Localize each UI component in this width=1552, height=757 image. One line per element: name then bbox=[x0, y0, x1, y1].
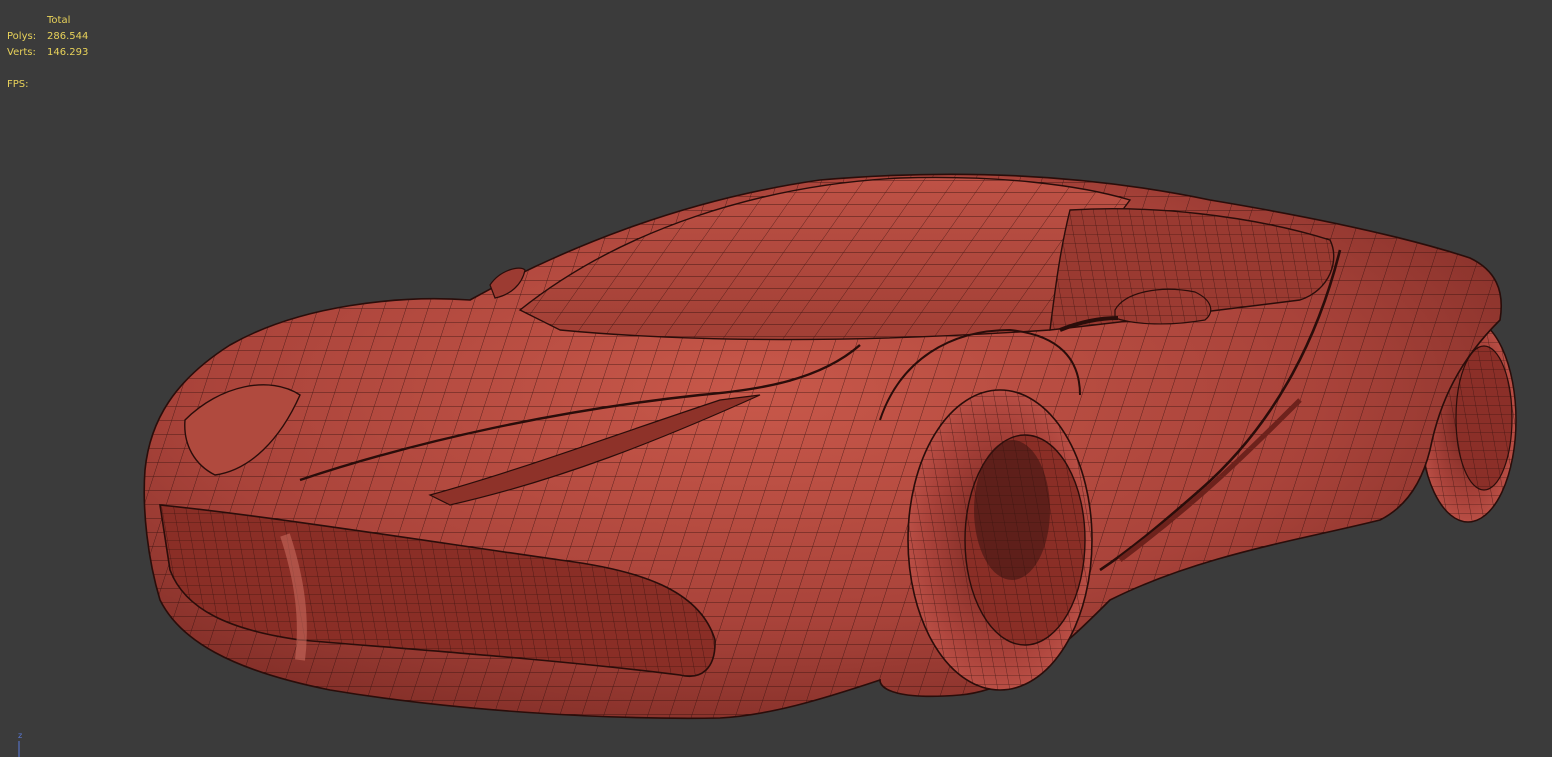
3d-viewport[interactable]: Total Polys: 286.544 Verts: 146.293 FPS:… bbox=[0, 0, 1552, 757]
polys-value: 286.544 bbox=[47, 31, 89, 42]
axis-z-label: z bbox=[18, 731, 23, 740]
fps-row: FPS: bbox=[7, 77, 88, 93]
verts-label: Verts: bbox=[7, 47, 36, 58]
car-roof bbox=[518, 176, 1132, 341]
polys-row: Polys: 286.544 bbox=[7, 29, 88, 45]
verts-value: 146.293 bbox=[47, 47, 89, 58]
fps-label: FPS: bbox=[7, 79, 29, 90]
polys-label: Polys: bbox=[7, 31, 37, 42]
car-wireframe-model[interactable] bbox=[0, 0, 1552, 757]
axis-gizmo[interactable]: z bbox=[14, 731, 28, 757]
verts-row: Verts: 146.293 bbox=[7, 45, 88, 61]
front-wheel bbox=[907, 389, 1093, 691]
viewport-statistics: Total Polys: 286.544 Verts: 146.293 FPS: bbox=[7, 13, 88, 93]
stats-header: Total bbox=[47, 15, 71, 26]
stats-header-row: Total bbox=[7, 13, 88, 29]
